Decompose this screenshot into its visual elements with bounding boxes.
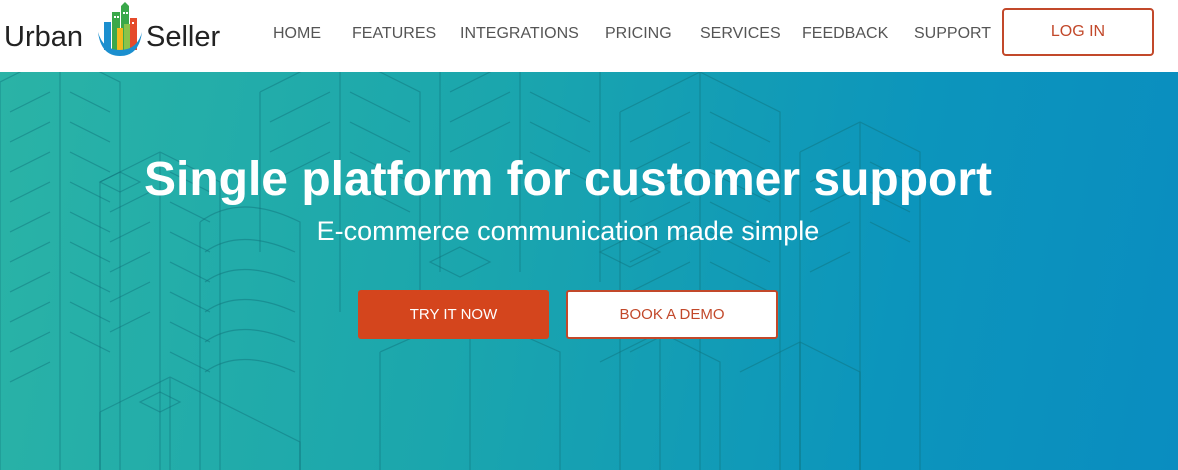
urbanseller-logo[interactable]: Urban Seller [4,2,234,68]
site-header: Urban Seller HOME FEATURES INTEGRATIONS … [0,0,1178,72]
try-it-now-button[interactable]: TRY IT NOW [358,290,549,339]
nav-item-home[interactable]: HOME [273,22,321,46]
logo-word-seller: Seller [146,21,221,53]
hero-subtitle: E-commerce communication made simple [316,216,820,246]
nav-item-features[interactable]: FEATURES [352,22,436,46]
nav-item-feedback[interactable]: FEEDBACK [802,22,888,46]
hero-title: Single platform for customer support [143,153,993,206]
nav-item-services[interactable]: SERVICES [700,22,781,46]
nav-item-pricing[interactable]: PRICING [605,22,672,46]
login-button[interactable]: LOG IN [1002,8,1154,56]
city-logo-icon [98,2,142,56]
book-a-demo-button[interactable]: BOOK A DEMO [566,290,778,339]
hero-section: Single platform for customer support E-c… [0,72,1178,470]
city-background-illustration [0,72,921,470]
nav-item-integrations[interactable]: INTEGRATIONS [460,22,579,46]
nav-item-support[interactable]: SUPPORT [914,22,991,46]
logo-word-urban: Urban [4,21,83,53]
